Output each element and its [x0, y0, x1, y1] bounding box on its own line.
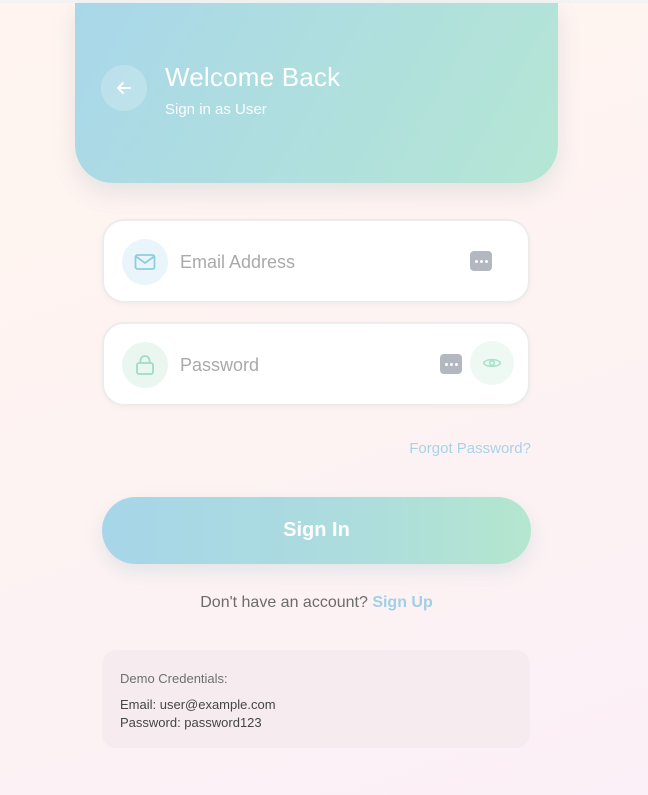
- password-field-container: [102, 322, 530, 406]
- sign-in-button[interactable]: Sign In: [102, 497, 531, 564]
- mail-icon: [134, 254, 156, 270]
- forgot-password-link[interactable]: Forgot Password?: [409, 440, 531, 457]
- header-banner: Welcome Back Sign in as User: [75, 3, 558, 183]
- email-input[interactable]: [180, 241, 430, 283]
- autofill-icon[interactable]: [470, 251, 492, 271]
- toggle-password-visibility-button[interactable]: [470, 341, 514, 385]
- demo-credentials-box: Demo Credentials: Email: user@example.co…: [102, 650, 530, 748]
- password-icon-badge: [122, 342, 168, 388]
- eye-icon: [482, 358, 502, 368]
- demo-password-text: Password: password123: [120, 715, 262, 730]
- lock-icon: [136, 355, 154, 375]
- page-subtitle: Sign in as User: [165, 101, 267, 118]
- signup-prompt-text: Don't have an account?: [200, 594, 368, 611]
- sign-up-link[interactable]: Sign Up: [372, 594, 432, 611]
- back-button[interactable]: [101, 65, 147, 111]
- email-icon-badge: [122, 239, 168, 285]
- page-title: Welcome Back: [165, 62, 341, 92]
- email-field-container: [102, 219, 530, 303]
- signup-prompt-row: Don't have an account? Sign Up: [0, 594, 633, 612]
- arrow-left-icon: [117, 82, 131, 94]
- demo-email-text: Email: user@example.com: [120, 697, 276, 712]
- demo-credentials-title: Demo Credentials:: [120, 671, 228, 686]
- autofill-icon[interactable]: [440, 354, 462, 374]
- password-input[interactable]: [180, 344, 430, 386]
